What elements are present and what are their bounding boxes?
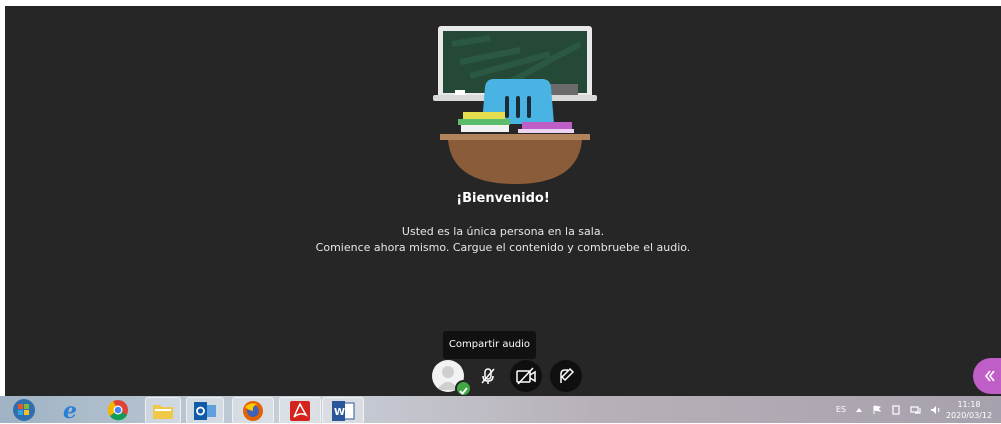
taskbar-chrome[interactable] [102,397,134,422]
system-tray: ES [836,396,941,423]
svg-text:W: W [334,407,345,418]
windows-start-orb-icon [13,398,35,421]
action-center-flag-icon[interactable] [872,405,882,415]
chrome-icon [107,399,128,420]
network-icon[interactable] [910,405,921,415]
clock-date: 2020/03/12 [945,411,993,420]
classroom-illustration [433,26,597,184]
language-indicator[interactable]: ES [836,405,846,414]
double-chevron-left-icon [984,370,995,382]
taskbar-word[interactable]: W [322,397,364,424]
share-audio-tooltip: Compartir audio [443,331,536,359]
firefox-icon [243,400,263,421]
taskbar-acrobat[interactable] [279,397,321,424]
internet-explorer-icon: e [63,399,77,421]
session-room: ¡Bienvenido! Usted es la única persona e… [5,6,1001,396]
share-content-icon [560,367,575,383]
share-content-button[interactable] [550,360,582,392]
status-check-badge [455,380,472,396]
microphone-button[interactable] [472,360,504,392]
windows-taskbar: e W ES 11:18 2020/03/12 [0,396,1001,424]
check-icon [459,387,468,395]
welcome-message-line-2: Comience ahora mismo. Cargue el contenid… [315,241,691,254]
welcome-title: ¡Bienvenido! [456,191,550,206]
taskbar-firefox[interactable] [232,397,274,424]
microphone-off-icon [481,368,495,384]
folder-icon [153,404,173,419]
device-icon[interactable] [891,404,901,415]
system-clock[interactable]: 11:18 2020/03/12 [943,399,995,421]
svg-text:e: e [63,399,77,421]
taskbar-internet-explorer[interactable]: e [55,397,87,422]
volume-icon[interactable] [930,405,941,415]
show-hidden-icons-icon[interactable] [855,406,863,414]
outlook-icon [194,401,216,420]
clock-time: 11:18 [957,400,981,409]
camera-button[interactable] [510,360,542,392]
collaborate-panel-toggle[interactable] [973,358,1001,394]
acrobat-icon [290,400,310,421]
start-button[interactable] [8,397,40,422]
welcome-message-line-1: Usted es la única persona en la sala. [401,225,605,238]
word-icon: W [332,400,355,421]
session-controls [5,359,1001,396]
taskbar-file-explorer[interactable] [145,397,181,424]
camera-off-icon [516,367,536,385]
taskbar-outlook[interactable] [186,397,224,424]
